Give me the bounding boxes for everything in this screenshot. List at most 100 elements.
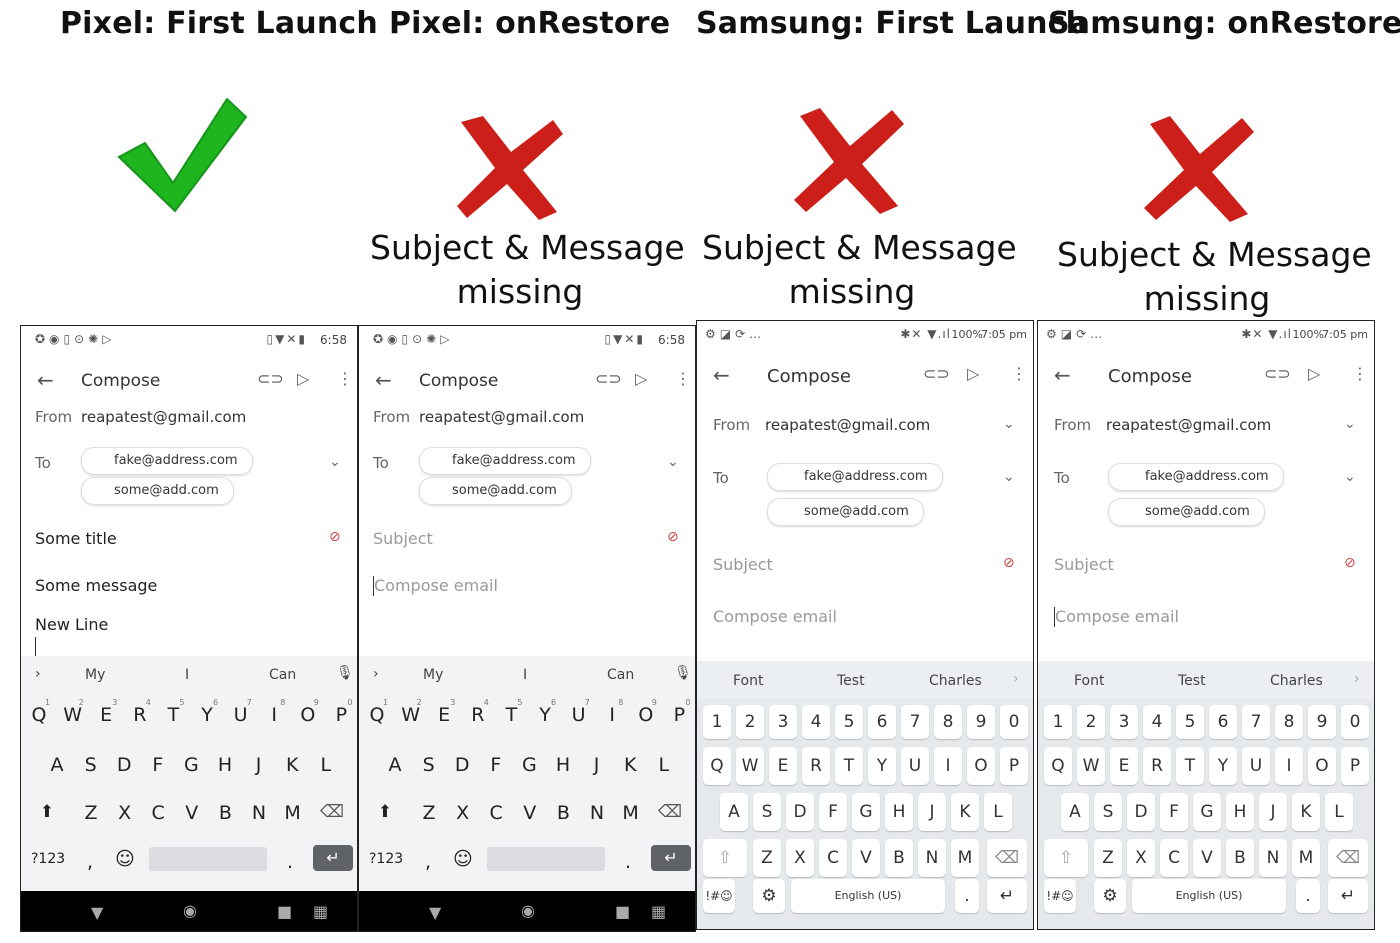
key-i[interactable]: I bbox=[1275, 747, 1303, 785]
key-l[interactable]: L bbox=[1325, 793, 1353, 831]
shift-icon[interactable]: ⇧ bbox=[1044, 839, 1088, 877]
key-s[interactable]: S bbox=[79, 754, 103, 776]
key-8[interactable]: 8 bbox=[934, 705, 962, 739]
back-arrow-icon[interactable]: ← bbox=[713, 363, 730, 387]
suggestion[interactable]: Can bbox=[269, 667, 296, 683]
key-t[interactable]: T bbox=[835, 747, 863, 785]
subject-field[interactable]: Subject bbox=[713, 555, 773, 574]
from-value[interactable]: reapatest@gmail.com bbox=[81, 408, 246, 426]
subject-field[interactable]: Subject bbox=[1054, 555, 1114, 574]
key-p[interactable]: P bbox=[1000, 747, 1028, 785]
back-arrow-icon[interactable]: ← bbox=[1054, 363, 1071, 387]
key-x[interactable]: X bbox=[451, 802, 475, 824]
key-6[interactable]: 6 bbox=[1209, 705, 1237, 739]
suggestion[interactable]: Charles bbox=[929, 673, 982, 689]
suggestion[interactable]: Font bbox=[733, 673, 763, 689]
key-j[interactable]: J bbox=[918, 793, 946, 831]
backspace-icon[interactable]: ⌫ bbox=[1328, 839, 1368, 877]
enter-key[interactable]: ↵ bbox=[987, 879, 1027, 913]
key-b[interactable]: B bbox=[551, 802, 575, 824]
from-value[interactable]: reapatest@gmail.com bbox=[419, 408, 584, 426]
mic-icon[interactable]: 🎙 bbox=[336, 665, 354, 681]
backspace-icon[interactable]: ⌫ bbox=[987, 839, 1027, 877]
key-u[interactable]: U bbox=[229, 704, 253, 726]
symbols-key[interactable]: ?123 bbox=[31, 851, 65, 867]
key-q[interactable]: Q bbox=[703, 747, 731, 785]
key-r[interactable]: R bbox=[466, 704, 490, 726]
chevron-down-icon[interactable]: ⌄ bbox=[1003, 469, 1015, 485]
enter-key[interactable]: ↵ bbox=[1328, 879, 1368, 913]
comma-key[interactable]: , bbox=[87, 851, 93, 873]
key-2[interactable]: 2 bbox=[736, 705, 764, 739]
suggestion[interactable]: Can bbox=[607, 667, 634, 683]
key-3[interactable]: 3 bbox=[769, 705, 797, 739]
key-y[interactable]: Y bbox=[533, 704, 557, 726]
suggestion[interactable]: Charles bbox=[1270, 673, 1323, 689]
body-line[interactable]: New Line bbox=[35, 615, 108, 634]
suggestion[interactable]: I bbox=[523, 667, 527, 683]
key-f[interactable]: F bbox=[1160, 793, 1188, 831]
key-j[interactable]: J bbox=[247, 754, 271, 776]
body-field[interactable]: Compose email bbox=[713, 607, 837, 626]
emoji-icon[interactable]: ☺ bbox=[115, 848, 135, 870]
key-o[interactable]: O bbox=[296, 704, 320, 726]
key-z[interactable]: Z bbox=[79, 802, 103, 824]
backspace-icon[interactable]: ⌫ bbox=[655, 802, 685, 822]
symbols-key[interactable]: ?123 bbox=[369, 851, 403, 867]
key-9[interactable]: 9 bbox=[1308, 705, 1336, 739]
key-f[interactable]: F bbox=[146, 754, 170, 776]
key-g[interactable]: G bbox=[179, 754, 203, 776]
recipient-chip[interactable]: fake@address.com bbox=[1108, 463, 1284, 491]
key-c[interactable]: C bbox=[1160, 839, 1188, 877]
send-icon[interactable]: ▷ bbox=[635, 369, 647, 388]
subject-field[interactable]: Some title bbox=[35, 529, 117, 548]
key-4[interactable]: 4 bbox=[1143, 705, 1171, 739]
symbols-key[interactable]: !#☺ bbox=[703, 879, 735, 913]
enter-key[interactable]: ↵ bbox=[651, 845, 691, 871]
key-l[interactable]: L bbox=[984, 793, 1012, 831]
from-value[interactable]: reapatest@gmail.com bbox=[1106, 416, 1271, 434]
recipient-chip[interactable]: some@add.com bbox=[81, 477, 234, 505]
send-icon[interactable]: ▷ bbox=[1308, 364, 1320, 383]
key-q[interactable]: Q bbox=[27, 704, 51, 726]
key-b[interactable]: B bbox=[213, 802, 237, 824]
key-d[interactable]: D bbox=[112, 754, 136, 776]
key-w[interactable]: W bbox=[61, 704, 85, 726]
recipient-chip[interactable]: fake@address.com bbox=[81, 447, 253, 475]
key-n[interactable]: N bbox=[1259, 839, 1287, 877]
key-s[interactable]: S bbox=[1094, 793, 1122, 831]
key-r[interactable]: R bbox=[802, 747, 830, 785]
key-g[interactable]: G bbox=[852, 793, 880, 831]
key-p[interactable]: P bbox=[1341, 747, 1369, 785]
key-4[interactable]: 4 bbox=[802, 705, 830, 739]
key-u[interactable]: U bbox=[901, 747, 929, 785]
key-m[interactable]: M bbox=[281, 802, 305, 824]
recents-nav-icon[interactable]: ■ bbox=[615, 902, 630, 921]
key-h[interactable]: H bbox=[551, 754, 575, 776]
chevron-right-icon[interactable]: › bbox=[373, 666, 379, 682]
chevron-down-icon[interactable]: ⌄ bbox=[329, 454, 341, 470]
chevron-down-icon[interactable]: ⌄ bbox=[1344, 469, 1356, 485]
key-z[interactable]: Z bbox=[417, 802, 441, 824]
attach-icon[interactable]: ⊂⊃ bbox=[923, 364, 950, 383]
key-o[interactable]: O bbox=[1308, 747, 1336, 785]
key-y[interactable]: Y bbox=[1209, 747, 1237, 785]
back-arrow-icon[interactable]: ← bbox=[375, 368, 392, 392]
key-b[interactable]: B bbox=[885, 839, 913, 877]
key-1[interactable]: 1 bbox=[703, 705, 731, 739]
key-x[interactable]: X bbox=[113, 802, 137, 824]
key-x[interactable]: X bbox=[786, 839, 814, 877]
key-d[interactable]: D bbox=[1127, 793, 1155, 831]
key-3[interactable]: 3 bbox=[1110, 705, 1138, 739]
key-m[interactable]: M bbox=[1292, 839, 1320, 877]
recents-nav-icon[interactable]: ■ bbox=[277, 902, 292, 921]
key-f[interactable]: F bbox=[484, 754, 508, 776]
suggestion[interactable]: My bbox=[85, 667, 105, 683]
key-e[interactable]: E bbox=[769, 747, 797, 785]
recipient-chip[interactable]: fake@address.com bbox=[767, 463, 943, 491]
keyboard-toggle-icon[interactable]: ▦ bbox=[313, 902, 328, 921]
key-g[interactable]: G bbox=[517, 754, 541, 776]
chevron-down-icon[interactable]: ⌄ bbox=[1344, 416, 1356, 432]
key-8[interactable]: 8 bbox=[1275, 705, 1303, 739]
key-a[interactable]: A bbox=[45, 754, 69, 776]
